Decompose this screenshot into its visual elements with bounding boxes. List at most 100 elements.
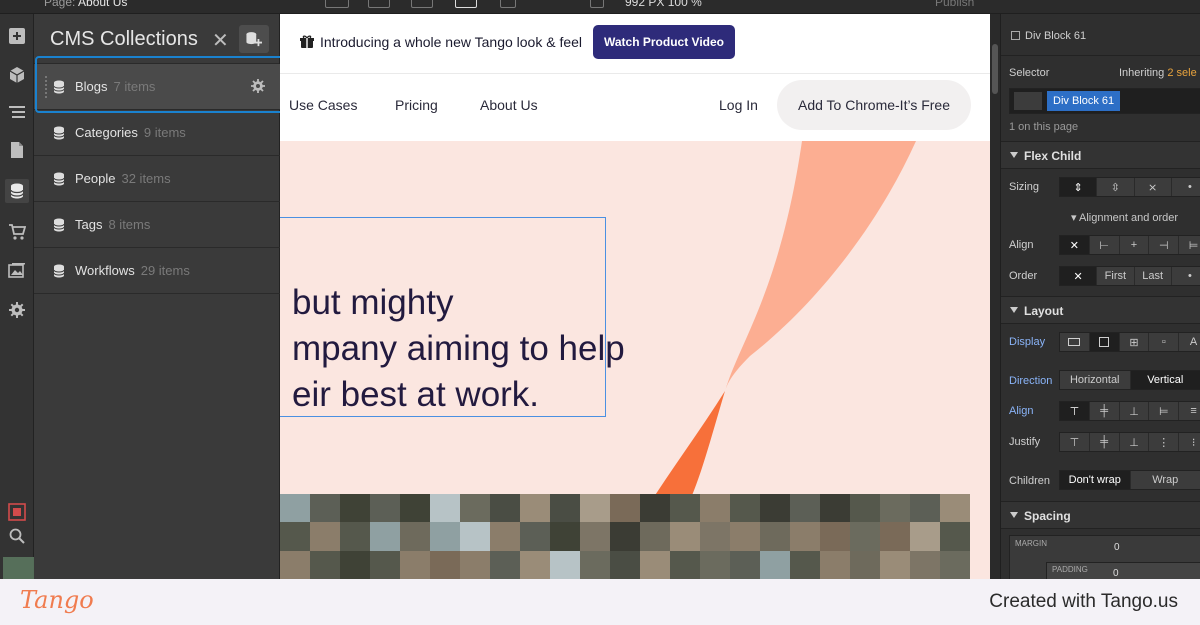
align-items-stretch-icon[interactable]: ⊨ [1149,402,1180,420]
audit-icon[interactable] [5,500,29,524]
margin-top-value[interactable]: 0 [1114,542,1120,553]
nav-login-link[interactable]: Log In [719,97,758,113]
margin-box[interactable]: MARGIN 0 PADDING 0 [1009,535,1200,579]
align-items-baseline-icon[interactable]: ≡ [1179,402,1200,420]
align-start-icon[interactable]: ⊢ [1090,236,1120,254]
sizing-toggle[interactable]: ⇕ ⇳ ⨯ • [1059,177,1200,197]
nav-use-cases-link[interactable]: Use Cases [289,97,357,113]
align-self-toggle[interactable]: ✕ ⊢ + ⊣ ⊨ [1059,235,1200,255]
page-selector[interactable]: Page: About Us [44,0,127,9]
justify-end-icon[interactable]: ⊥ [1120,433,1150,451]
dont-wrap-button[interactable]: Don't wrap [1060,471,1131,489]
landscape-breakpoint-icon[interactable] [411,0,433,8]
left-icon-rail [0,14,79,579]
alignment-order-row[interactable]: ▾ Alignment and order [1001,209,1200,229]
site-canvas: Introducing a whole new Tango look & fee… [280,14,990,579]
scrollbar-thumb[interactable] [992,44,998,94]
cms-database-icon[interactable] [5,179,29,203]
watch-product-video-button[interactable]: Watch Product Video [593,25,735,59]
collapse-triangle-icon [1010,512,1018,518]
direction-vertical-button[interactable]: Vertical [1130,371,1200,389]
collection-item-people[interactable]: People 32 items [34,156,280,202]
justify-start-icon[interactable]: ⊤ [1060,433,1090,451]
section-flex-child[interactable]: Flex Child [1001,141,1200,169]
grow-icon[interactable]: ⇳ [1097,178,1135,196]
database-icon [53,218,65,232]
nav-about-link[interactable]: About Us [480,97,538,113]
collection-item-categories[interactable]: Categories 9 items [34,110,280,156]
order-more-icon[interactable]: • [1172,267,1200,285]
padding-box[interactable]: PADDING 0 [1046,562,1200,579]
layout-align-toggle[interactable]: ⊤ ╪ ⊥ ⊨ ≡ [1059,401,1200,421]
blurred-team-photo [280,494,970,579]
phone-breakpoint-icon[interactable] [500,0,516,8]
desktop-breakpoint-icon[interactable] [325,0,349,8]
add-collection-button[interactable] [239,25,269,53]
align-center-icon[interactable]: + [1120,236,1150,254]
assets-images-icon[interactable] [5,259,29,283]
display-toggle[interactable]: ⊞ ▫ A [1059,332,1200,352]
collection-item-tags[interactable]: Tags 8 items [34,202,280,248]
nav-pricing-link[interactable]: Pricing [395,97,438,113]
tablet-breakpoint-icon[interactable] [368,0,390,8]
direction-horizontal-button[interactable]: Horizontal [1060,371,1131,389]
section-spacing[interactable]: Spacing [1001,501,1200,529]
display-flex-icon[interactable] [1089,333,1120,351]
pages-icon[interactable] [5,138,29,162]
selector-menu-icon[interactable] [1014,92,1042,110]
collection-settings-gear-icon[interactable] [250,78,266,94]
settings-gear-icon[interactable] [5,298,29,322]
section-layout[interactable]: Layout [1001,296,1200,324]
collection-item-workflows[interactable]: Workflows 29 items [34,248,280,294]
close-icon[interactable]: ✕ [212,28,229,53]
add-to-chrome-button[interactable]: Add To Chrome-It’s Free [777,80,971,130]
padding-label: PADDING [1052,565,1088,574]
ecommerce-cart-icon[interactable] [5,220,29,244]
order-toggle[interactable]: ✕ First Last • [1059,266,1200,286]
app-window: Page: About Us 992 PX 100 % Publish CMS … [0,0,1200,625]
no-shrink-icon[interactable]: ⨯ [1135,178,1172,196]
add-panel-icon[interactable] [5,24,29,48]
align-end-icon[interactable]: ⊣ [1149,236,1180,254]
justify-center-icon[interactable]: ╪ [1090,433,1120,451]
collection-item-blogs[interactable]: Blogs 7 items [34,64,280,110]
created-with-text: Created with Tango.us [989,591,1178,612]
shrink-icon[interactable]: ⇕ [1060,178,1098,196]
wrap-toggle[interactable]: Don't wrap Wrap [1059,470,1200,490]
selector-chip[interactable]: Div Block 61 [1047,91,1121,111]
padding-top-value[interactable]: 0 [1113,568,1119,579]
align-stretch-icon[interactable]: ⊨ [1179,236,1200,254]
display-inline-block-icon[interactable]: ▫ [1149,333,1180,351]
order-label: Order [1009,270,1038,282]
on-page-count: 1 on this page [1009,121,1079,133]
mobile-breakpoint-icon[interactable] [590,0,604,8]
wrap-button[interactable]: Wrap [1131,471,1200,489]
children-label: Children [1009,475,1050,487]
collection-label: People 32 items [75,171,171,186]
direction-toggle[interactable]: Horizontal Vertical [1059,370,1200,390]
publish-button[interactable]: Publish [935,0,974,9]
align-items-center-icon[interactable]: ╪ [1090,402,1120,420]
drag-handle-icon[interactable] [45,76,47,98]
search-icon[interactable] [5,524,29,548]
selector-field[interactable]: Div Block 61 [1009,88,1200,114]
symbols-cube-icon[interactable] [5,63,29,87]
align-none-icon[interactable]: ✕ [1060,236,1090,254]
canvas-scrollbar[interactable] [990,14,1000,579]
inheriting-label[interactable]: Inheriting 2 sele [1119,67,1197,79]
display-inline-icon[interactable]: A [1179,333,1200,351]
justify-between-icon[interactable]: ⋮ [1149,433,1180,451]
display-block-icon[interactable] [1060,333,1090,351]
order-none-icon[interactable]: ✕ [1060,267,1098,285]
order-first-button[interactable]: First [1097,267,1135,285]
more-options-icon[interactable]: • [1172,178,1200,196]
display-grid-icon[interactable]: ⊞ [1120,333,1150,351]
navigator-icon[interactable] [5,100,29,124]
database-icon [53,80,65,94]
justify-toggle[interactable]: ⊤ ╪ ⊥ ⋮ ⁝ [1059,432,1200,452]
active-breakpoint-icon[interactable] [455,0,477,8]
align-items-start-icon[interactable]: ⊤ [1060,402,1090,420]
align-items-end-icon[interactable]: ⊥ [1120,402,1150,420]
justify-around-icon[interactable]: ⁝ [1179,433,1200,451]
order-last-button[interactable]: Last [1135,267,1172,285]
